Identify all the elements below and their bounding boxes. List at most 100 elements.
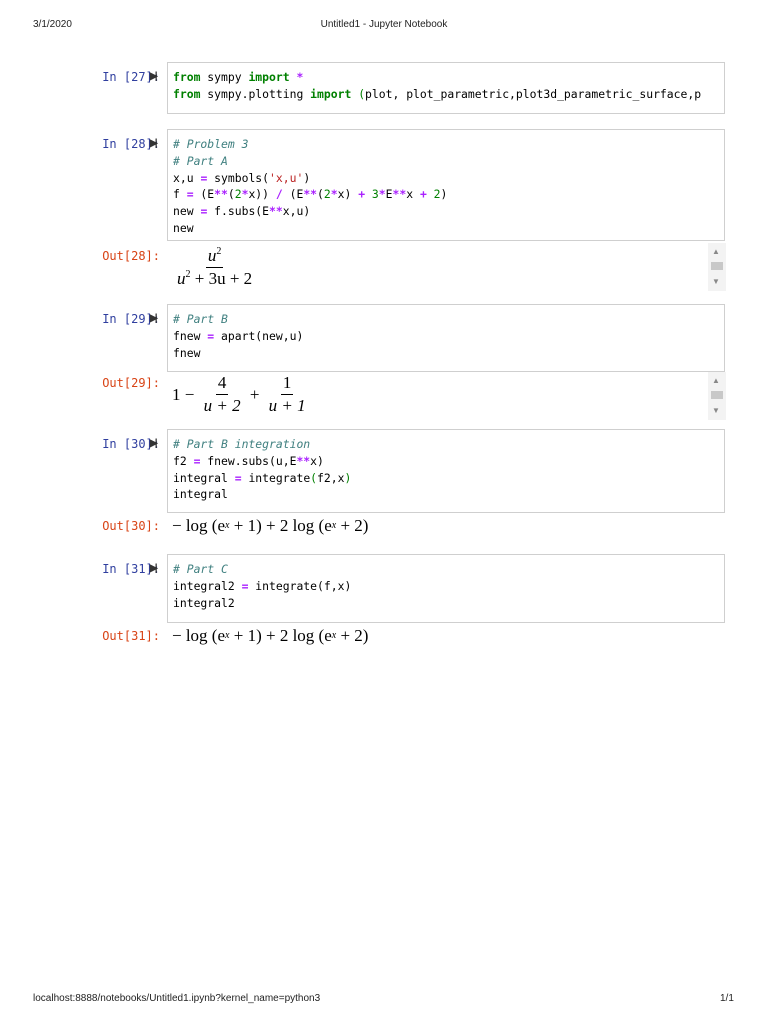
output-math: 1 − 4u + 2 + 1u + 1 [172, 373, 311, 416]
footer-url: localhost:8888/notebooks/Untitled1.ipynb… [33, 993, 321, 1004]
code-token: x) [337, 187, 359, 202]
code-line: # Part C [173, 561, 724, 578]
run-cell-icon[interactable]: ▶| [150, 563, 157, 574]
scroll-thumb[interactable] [711, 262, 723, 270]
code-token: 2 [433, 187, 441, 202]
math-part: + 1) + 2 log (e [229, 516, 332, 535]
code-token: plot, plot_parametric,plot3d_parametric_… [365, 86, 702, 101]
code-editor[interactable]: # Part B integration f2 = fnew.subs(u,E**… [173, 436, 724, 503]
code-token: integral [173, 487, 228, 502]
code-line: integral [173, 486, 724, 503]
code-token: x)) [248, 187, 276, 202]
code-token: fnew [173, 328, 208, 343]
output-math: − log (e x + 1) + 2 log (e x + 2) [172, 516, 368, 536]
code-cell[interactable]: # Problem 3 # Part Ax,u = symbols('x,u') f… [167, 129, 725, 241]
code-token: apart(new,u) [214, 328, 304, 343]
code-token: from [173, 86, 201, 101]
code-token: ** [296, 453, 311, 468]
code-line: from sympy import * [173, 69, 724, 86]
code-token: ( [310, 470, 318, 485]
code-editor[interactable]: from sympy import * from sympy.plotting i… [173, 69, 724, 103]
math-part: − log (e [172, 516, 226, 535]
code-token: * [296, 70, 304, 84]
code-editor[interactable]: # Part C integral2 = integrate(f,x) integr… [173, 561, 724, 611]
frac-num: 1 [280, 373, 294, 395]
code-token: # Part B integration [173, 437, 311, 451]
code-token: f [173, 187, 187, 202]
code-token: integral [173, 470, 235, 485]
code-token: ) [303, 170, 311, 185]
scroll-thumb[interactable] [711, 391, 723, 399]
output-scrollbar[interactable]: ▲ ▼ [708, 372, 726, 420]
code-line: integral2 [173, 595, 724, 612]
math-lead: 1 − [172, 384, 199, 404]
code-token: = [234, 470, 242, 485]
code-token: integrate [241, 470, 311, 485]
input-prompt: In [29]: [102, 312, 160, 326]
code-line: integral = integrate(f2,x) [173, 470, 724, 487]
code-token: ** [303, 187, 318, 202]
code-token: E [385, 187, 393, 202]
code-token: # Part C [173, 562, 228, 576]
math-part: + 2) [336, 516, 369, 535]
code-token: = [186, 187, 194, 202]
code-line: x,u = symbols('x,u') [173, 170, 724, 187]
code-token: fnew.subs(u,E [200, 453, 297, 468]
frac-den: u + 1 [268, 396, 306, 415]
code-editor[interactable]: # Part B fnew = apart(new,u) fnew [173, 311, 724, 361]
code-token: f.subs(E [207, 204, 270, 219]
code-token: ) [344, 470, 352, 485]
run-cell-icon[interactable]: ▶| [150, 438, 157, 449]
output-prompt: Out[30]: [102, 519, 160, 533]
page-title: Untitled1 - Jupyter Notebook [320, 19, 448, 30]
code-token: new [173, 220, 194, 235]
scroll-down-icon[interactable]: ▼ [712, 406, 720, 415]
input-prompt: In [31]: [102, 562, 160, 576]
output-scrollbar[interactable]: ▲ ▼ [708, 243, 726, 291]
code-line: new = f.subs(E**x,u) [173, 203, 724, 220]
frac-num: 4 [215, 373, 229, 395]
scroll-down-icon[interactable]: ▼ [712, 277, 720, 286]
code-token: symbols( [207, 170, 270, 185]
frac-den: u + 2 [203, 396, 241, 415]
code-token: # Problem 3 [173, 137, 249, 151]
input-prompt: In [27]: [102, 70, 160, 84]
fraction: u2 u2 + 3u + 2 [175, 246, 254, 289]
code-token: sympy [200, 70, 249, 84]
code-cell[interactable]: # Part B integration f2 = fnew.subs(u,E**… [167, 429, 725, 513]
code-line: new [173, 220, 724, 237]
code-cell[interactable]: # Part C integral2 = integrate(f,x) integr… [167, 554, 725, 623]
math-part: − log (e [172, 626, 226, 645]
code-token: from [173, 70, 201, 84]
code-token: # Part B [173, 312, 228, 326]
code-cell[interactable]: # Part B fnew = apart(new,u) fnew [167, 304, 725, 372]
code-line: integral2 = integrate(f,x) [173, 578, 724, 595]
code-token: / [275, 187, 283, 202]
scroll-up-icon[interactable]: ▲ [712, 247, 720, 256]
code-cell[interactable]: from sympy import * from sympy.plotting i… [167, 62, 725, 114]
code-token: 2 [323, 187, 331, 202]
code-editor[interactable]: # Problem 3 # Part Ax,u = symbols('x,u') f… [173, 136, 724, 237]
code-token: x) [310, 453, 324, 468]
run-cell-icon[interactable]: ▶| [150, 71, 157, 82]
input-prompt: In [28]: [102, 137, 160, 151]
code-line: # Part B [173, 311, 724, 328]
code-token: fnew [173, 345, 201, 360]
code-line: f = (E**(2*x)) / (E**(2*x) + 3*E**x + 2) [173, 186, 724, 203]
run-cell-icon[interactable]: ▶| [150, 313, 157, 324]
code-token: sympy.plotting [200, 86, 311, 101]
output-math: u2 u2 + 3u + 2 [172, 246, 257, 289]
code-token: integrate(f,x) [248, 578, 352, 593]
run-cell-icon[interactable]: ▶| [150, 138, 157, 149]
den-base: u [177, 269, 186, 288]
code-token: (E [193, 187, 215, 202]
code-token: (E [282, 187, 304, 202]
scroll-up-icon[interactable]: ▲ [712, 376, 720, 385]
code-token: new [173, 204, 201, 219]
code-token: * [378, 187, 386, 202]
den-rest: + 3u + 2 [190, 269, 253, 288]
code-line: # Part B integration [173, 436, 724, 453]
code-line: fnew = apart(new,u) [173, 328, 724, 345]
